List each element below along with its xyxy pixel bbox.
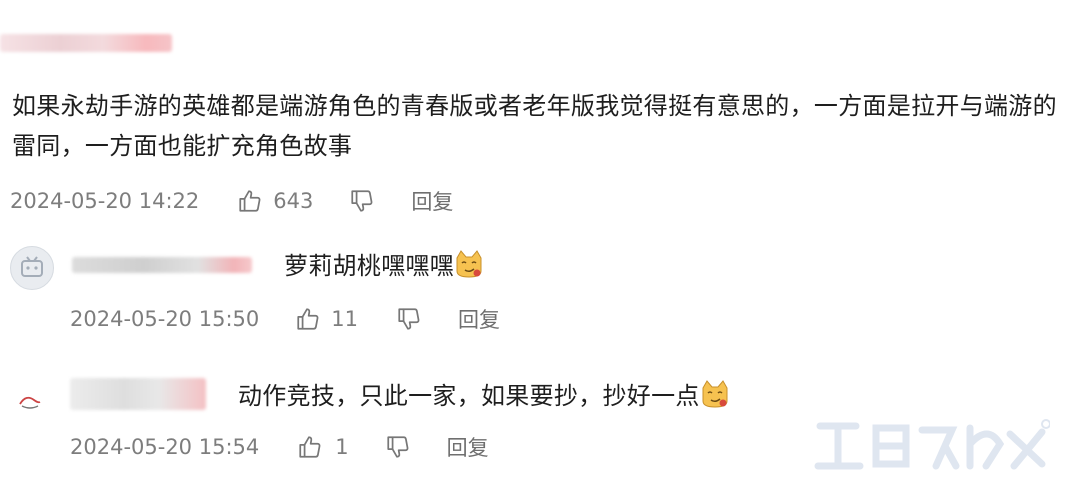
avatar[interactable] (12, 382, 48, 418)
reply-meta: 2024-05-20 15:50 11 回复 (70, 304, 500, 334)
watermark-logo (810, 414, 1051, 486)
thumbs-up-icon[interactable] (237, 188, 263, 214)
reply-meta: 2024-05-20 15:54 1 回复 (70, 432, 489, 462)
reply-like-count: 1 (335, 435, 349, 459)
thumbs-up-icon[interactable] (297, 434, 323, 460)
reply-text: 萝莉胡桃嘿嘿嘿 (284, 246, 484, 286)
reply-reply-button[interactable]: 回复 (447, 432, 489, 462)
reply-like-count: 11 (331, 307, 358, 331)
tv-avatar-icon (21, 256, 43, 277)
thumbs-down-icon[interactable] (396, 306, 422, 332)
comment-date: 2024-05-20 14:22 (10, 189, 200, 213)
reply-reply-button[interactable]: 回复 (458, 304, 500, 334)
avatar-figure-icon (19, 396, 41, 409)
reply-text-content: 动作竞技，只此一家，如果要抄，抄好一点 (238, 382, 700, 410)
cat-smirk-emoji-icon (700, 379, 730, 409)
comment-meta: 2024-05-20 14:22 643 回复 (10, 186, 453, 216)
thumbs-up-icon[interactable] (295, 306, 321, 332)
reply-text: 动作竞技，只此一家，如果要抄，抄好一点 (238, 376, 730, 416)
avatar[interactable] (10, 246, 54, 290)
cat-smirk-emoji-icon (454, 249, 484, 279)
comment-text: 如果永劫手游的英雄都是端游角色的青春版或者老年版我觉得挺有意思的，一方面是拉开与… (12, 92, 1057, 160)
username-blurred (70, 378, 206, 410)
username-blurred (0, 34, 172, 52)
username-blurred (72, 257, 252, 273)
comment-reply-button[interactable]: 回复 (411, 186, 453, 216)
reply-date: 2024-05-20 15:50 (70, 307, 260, 331)
comment-like-count: 643 (273, 189, 314, 213)
reply-date: 2024-05-20 15:54 (70, 435, 260, 459)
thumbs-down-icon[interactable] (349, 188, 375, 214)
thumbs-down-icon[interactable] (385, 434, 411, 460)
reply-text-content: 萝莉胡桃嘿嘿嘿 (284, 252, 455, 280)
